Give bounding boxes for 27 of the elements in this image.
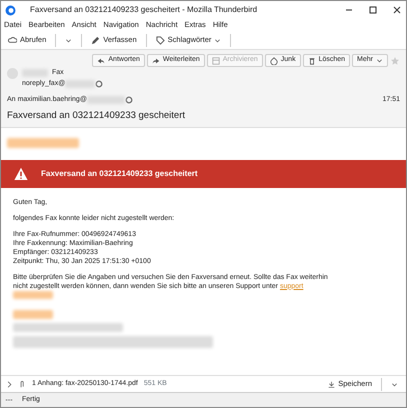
- message-subject: Faxversand an 032121409233 gescheitert: [7, 108, 186, 122]
- paperclip-icon: [19, 380, 26, 388]
- close-icon[interactable]: [392, 5, 402, 15]
- cloud-icon: [8, 36, 17, 44]
- reply-icon: [97, 56, 106, 64]
- tag-icon: [156, 36, 165, 44]
- maximize-icon[interactable]: [368, 5, 378, 15]
- star-icon[interactable]: [390, 56, 400, 66]
- app-logo-icon: [5, 4, 16, 16]
- expand-icon[interactable]: [6, 380, 13, 388]
- archive-icon: [212, 56, 220, 64]
- pencil-icon: [91, 36, 100, 44]
- caret-icon: [376, 57, 383, 64]
- trash-icon: [308, 56, 316, 64]
- forward-icon: [152, 56, 160, 64]
- redaction: [65, 80, 96, 88]
- caret-icon: [391, 380, 398, 388]
- banner-text: Faxversand an 032121409233 gescheitert: [41, 168, 198, 180]
- window-title: Faxversand an 032121409233 gescheitert - Mozilla Thunderbird: [30, 4, 258, 16]
- caret-icon: [65, 36, 72, 44]
- caret-icon: [214, 36, 222, 44]
- redaction: [86, 96, 125, 104]
- download-icon: [328, 380, 336, 388]
- redaction: [7, 138, 79, 148]
- redaction: [13, 310, 53, 319]
- redaction: [13, 290, 53, 299]
- warning-icon: [13, 166, 29, 181]
